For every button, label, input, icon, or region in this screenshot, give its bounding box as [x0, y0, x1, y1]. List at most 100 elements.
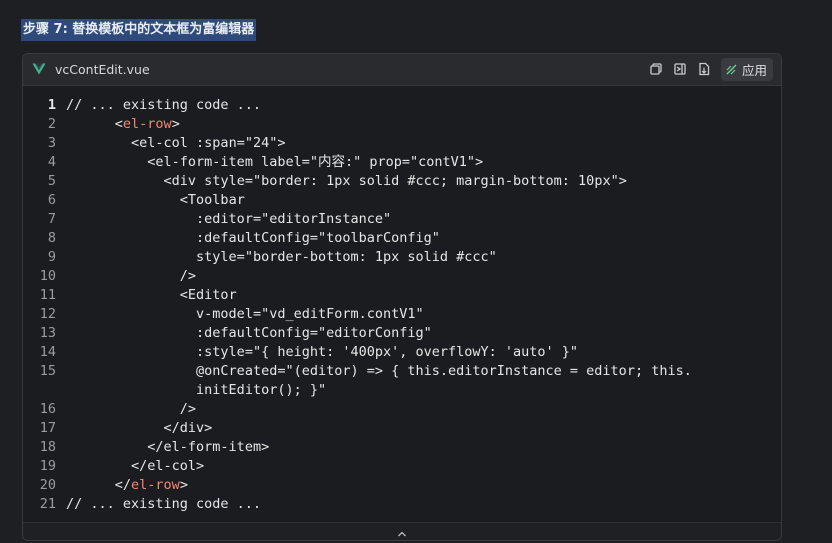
- line-number: 13: [39, 325, 56, 341]
- code-line: 9 style="border-bottom: 1px solid #ccc": [23, 248, 781, 267]
- code-line: 21 // ... existing code ...: [23, 495, 781, 514]
- code-segment: >: [179, 477, 188, 493]
- insert-icon[interactable]: [673, 62, 687, 76]
- code-segment: :defaultConfig="toolbarConfig": [196, 230, 440, 246]
- code-text: <el-col :span="24">: [56, 134, 285, 153]
- line-number: 14: [39, 344, 56, 360]
- code-segment: <el-col :span="24">: [131, 135, 286, 151]
- line-number: 8: [47, 230, 56, 246]
- code-line: 1 // ... existing code ...: [23, 96, 781, 115]
- code-segment: <div style="border: 1px solid #ccc; marg…: [163, 173, 627, 189]
- code-line: 7 :editor="editorInstance": [23, 210, 781, 229]
- code-segment: </el-form-item>: [147, 439, 270, 455]
- code-text: style="border-bottom: 1px solid #ccc": [56, 248, 497, 267]
- new-file-icon[interactable]: [697, 62, 711, 76]
- code-segment: />: [179, 401, 197, 417]
- code-segment: v-model="vd_editForm.contV1": [196, 306, 424, 322]
- line-number: 17: [39, 420, 56, 436]
- line-number: 3: [47, 135, 56, 151]
- line-number: 20: [39, 477, 56, 493]
- code-segment: :style="{ height: '400px', overflowY: 'a…: [196, 344, 579, 360]
- code-tag-name: el-row: [131, 477, 180, 493]
- code-text: <el-row>: [56, 115, 180, 134]
- code-segment: initEditor(); }": [196, 382, 327, 398]
- code-text: </el-row>: [56, 476, 188, 495]
- step-heading: 步骤 7: 替换模板中的文本框为富编辑器: [21, 19, 257, 41]
- code-content: 1// ... existing code ... 2 <el-row> 3 <el…: [23, 96, 781, 514]
- line-number: 1: [47, 97, 56, 113]
- code-line: 6 <Toolbar: [23, 191, 781, 210]
- code-text: <div style="border: 1px solid #ccc; marg…: [56, 172, 627, 191]
- code-text: />: [56, 400, 196, 419]
- line-number: 7: [47, 211, 56, 227]
- code-line: 4 <el-form-item label="内容:" prop="contV1…: [23, 153, 781, 172]
- apply-button-label: 应用: [742, 63, 768, 78]
- collapse-bar[interactable]: [23, 522, 781, 540]
- code-text: @onCreated="(editor) => { this.editorIns…: [56, 362, 692, 381]
- code-text: // ... existing code ...: [56, 96, 261, 115]
- apply-icon: [726, 64, 737, 75]
- code-panel-header: vcContEdit.vue 应用: [23, 54, 781, 86]
- code-text: <Editor: [56, 286, 237, 305]
- line-number: 21: [39, 496, 56, 512]
- code-segment: // ... existing code ...: [66, 496, 262, 512]
- code-text: v-model="vd_editForm.contV1": [56, 305, 424, 324]
- code-segment: :defaultConfig="editorConfig": [196, 325, 432, 341]
- line-number: 10: [39, 268, 56, 284]
- code-line: 10 />: [23, 267, 781, 286]
- code-line: 19 </el-col>: [23, 457, 781, 476]
- code-segment: </el-col>: [131, 458, 205, 474]
- vue-icon: [32, 63, 46, 75]
- line-number: [23, 381, 56, 400]
- code-text: initEditor(); }": [56, 381, 326, 400]
- code-segment: >: [171, 116, 180, 132]
- line-number: 18: [39, 439, 56, 455]
- code-line: 14 :style="{ height: '400px', overflowY:…: [23, 343, 781, 362]
- line-number: 5: [47, 173, 56, 189]
- code-text: :style="{ height: '400px', overflowY: 'a…: [56, 343, 578, 362]
- code-line: 18 </el-form-item>: [23, 438, 781, 457]
- code-segment: <Editor: [179, 287, 237, 303]
- code-line: initEditor(); }": [23, 381, 781, 400]
- code-line: 15 @onCreated="(editor) => { this.editor…: [23, 362, 781, 381]
- code-line: 5 <div style="border: 1px solid #ccc; ma…: [23, 172, 781, 191]
- code-text: <el-form-item label="内容:" prop="contV1">: [56, 153, 483, 172]
- code-text: // ... existing code ...: [56, 495, 261, 514]
- line-number: 16: [39, 401, 56, 417]
- code-line: 17 </div>: [23, 419, 781, 438]
- code-tag-name: el-row: [122, 116, 172, 132]
- copy-icon[interactable]: [649, 62, 663, 76]
- code-segment: // ... existing code ...: [66, 97, 262, 113]
- apply-button[interactable]: 应用: [721, 58, 774, 81]
- code-text: :editor="editorInstance": [56, 210, 391, 229]
- code-text: </el-col>: [56, 457, 204, 476]
- code-text: <Toolbar: [56, 191, 245, 210]
- code-segment: />: [179, 268, 197, 284]
- line-number: 11: [39, 287, 56, 303]
- code-segment: @onCreated="(editor) => { this.editorIns…: [196, 363, 692, 379]
- code-panel: vcContEdit.vue 应用 1 // ... existing code …: [22, 53, 782, 541]
- code-segment: <: [114, 116, 123, 132]
- code-segment: <Toolbar: [179, 192, 245, 208]
- chevron-up-icon: [398, 531, 406, 537]
- code-text: :defaultConfig="editorConfig": [56, 324, 432, 343]
- line-number: 19: [39, 458, 56, 474]
- code-line: 20 </el-row>: [23, 476, 781, 495]
- code-text: </div>: [56, 419, 213, 438]
- code-text: </el-form-item>: [56, 438, 269, 457]
- code-text: :defaultConfig="toolbarConfig": [56, 229, 440, 248]
